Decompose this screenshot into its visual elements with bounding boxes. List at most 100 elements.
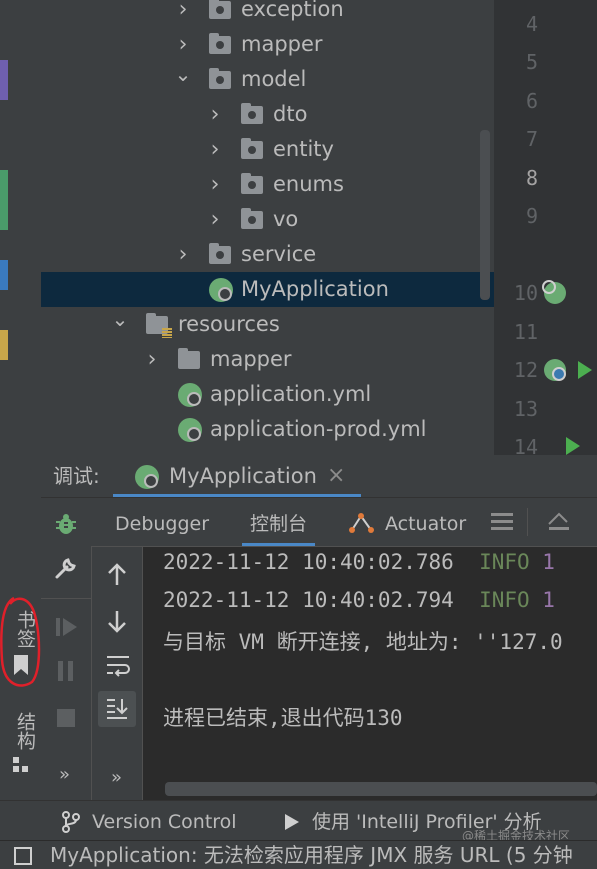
chevron-right-icon[interactable]: › [205, 167, 225, 202]
line-number: 8 [525, 166, 538, 190]
debug-tab[interactable]: 控制台 [241, 498, 316, 546]
run-profiler-icon [285, 814, 299, 830]
structure-tool-button[interactable]: 结构 [12, 712, 36, 774]
tree-item-label: vo [273, 207, 299, 231]
run-tab[interactable]: MyApplication × [113, 455, 361, 497]
chevron-right-icon[interactable]: › [173, 237, 193, 272]
resume-icon[interactable] [55, 616, 79, 638]
folder-icon [209, 243, 231, 264]
soft-wrap-icon[interactable] [105, 653, 131, 677]
tree-item[interactable]: › dto [41, 97, 494, 132]
folder-icon [178, 348, 200, 369]
tree-item[interactable]: ⌄ resources [41, 307, 494, 342]
folder-icon [241, 138, 263, 159]
tree-item[interactable]: › enums [41, 167, 494, 202]
bottom-tool-bar: Version Control 使用 'IntelliJ Profiler' 分… [0, 800, 597, 843]
line-number: 7 [525, 127, 538, 151]
tree-item-label: mapper [241, 32, 323, 56]
debug-title: 调试: [53, 464, 100, 488]
run-tab-label: MyApplication [169, 464, 317, 488]
left-tool-strip: 书签 结构 [0, 0, 42, 800]
tree-item-label: application-prod.yml [210, 417, 427, 441]
structure-icon [13, 757, 28, 772]
spring-config-icon [178, 418, 202, 444]
scroll-up-icon[interactable] [106, 563, 128, 587]
branch-icon [62, 811, 80, 833]
chevron-right-icon[interactable]: › [205, 97, 225, 132]
more-console-icon[interactable]: » [111, 767, 122, 788]
log-level: INFO [479, 588, 530, 612]
spring-boot-icon [135, 465, 159, 489]
console-toolbar: » [92, 547, 143, 800]
settings-wrench-icon[interactable] [54, 556, 78, 580]
tree-item[interactable]: application.yml [41, 377, 494, 412]
debug-left-toolbar: » [41, 498, 92, 800]
tool-windows-icon[interactable] [14, 847, 32, 865]
console-line: 2022-11-12 10:40:02.786 INFO 1 [163, 550, 555, 574]
folder-icon [241, 173, 263, 194]
debug-tab[interactable]: Debugger [115, 498, 209, 546]
spring-config-icon [178, 383, 202, 409]
pause-icon[interactable] [56, 660, 76, 682]
status-message[interactable]: MyApplication: 无法检索应用程序 JMX 服务 URL (5 分钟 [50, 841, 573, 869]
project-tree[interactable]: › exception › mapper ⌄ model › dto › entity › enums… [41, 0, 494, 455]
more-left-icon[interactable]: » [59, 764, 70, 785]
stop-icon[interactable] [56, 708, 76, 728]
version-control-label: Version Control [92, 811, 237, 833]
tree-item-label: resources [178, 312, 280, 336]
chevron-down-icon[interactable]: ⌄ [110, 307, 130, 342]
console-horizontal-scrollbar[interactable] [165, 782, 597, 796]
tree-scrollbar[interactable] [480, 130, 490, 300]
chevron-right-icon[interactable]: › [205, 202, 225, 237]
debug-bug-icon[interactable] [54, 512, 78, 536]
line-number: 12 [513, 358, 538, 382]
tree-item-label: entity [273, 137, 334, 161]
tree-item[interactable]: › service [41, 237, 494, 272]
editor-gutter: 4 5 6 7 8 9 10 11 12 13 14 [494, 0, 597, 459]
line-number: 4 [525, 12, 538, 36]
close-tab-icon[interactable]: × [327, 455, 345, 497]
debug-tab-label: Actuator [385, 513, 467, 535]
layout-menu-icon[interactable] [491, 512, 513, 532]
chevron-right-icon[interactable]: › [142, 342, 162, 377]
tree-item-label: enums [273, 172, 344, 196]
annotation-circle [0, 596, 41, 687]
tree-item[interactable]: › exception [41, 0, 494, 27]
scroll-down-icon[interactable] [106, 609, 128, 633]
folder-icon [241, 103, 263, 124]
tree-item[interactable]: ⌄ model [41, 62, 494, 97]
tree-item[interactable]: application-prod.yml [41, 412, 494, 447]
tree-item[interactable]: › mapper [41, 27, 494, 62]
console-line: 进程已结束,退出代码130 [163, 706, 403, 730]
folder-icon [241, 208, 263, 229]
run-application-gutter-icon[interactable] [544, 359, 592, 381]
scroll-to-end-button[interactable] [98, 691, 136, 727]
tree-item-label: service [241, 242, 317, 266]
structure-label: 结构 [14, 712, 36, 750]
folder-icon [209, 68, 231, 89]
spring-boot-class-icon [209, 278, 233, 304]
folder-icon [209, 0, 231, 19]
tree-item-label: mapper [210, 347, 292, 371]
console-output[interactable]: 2022-11-12 10:40:02.786 INFO 1 2022-11-12… [143, 547, 597, 800]
log-level: INFO [479, 550, 530, 574]
restore-layout-icon[interactable] [547, 510, 571, 532]
console-line: 2022-11-12 10:40:02.794 INFO 1 [163, 588, 555, 612]
line-number: 5 [525, 50, 538, 74]
chevron-right-icon[interactable]: › [173, 27, 193, 62]
line-number: 13 [513, 397, 538, 421]
tree-item[interactable]: MyApplication [41, 272, 494, 307]
chevron-right-icon[interactable]: › [205, 132, 225, 167]
chevron-right-icon[interactable]: › [173, 0, 193, 27]
tree-item-label: exception [241, 0, 344, 21]
scroll-to-end-icon [107, 699, 128, 719]
chevron-down-icon[interactable]: ⌄ [173, 62, 193, 97]
tree-item[interactable]: › vo [41, 202, 494, 237]
debug-tab[interactable]: Actuator [349, 498, 466, 546]
tree-item[interactable]: › entity [41, 132, 494, 167]
bean-gutter-icon[interactable] [542, 280, 566, 304]
tree-item[interactable]: › mapper [41, 342, 494, 377]
line-number: 10 [513, 281, 538, 305]
tree-item-label: dto [273, 102, 308, 126]
actuator-icon [349, 513, 374, 533]
